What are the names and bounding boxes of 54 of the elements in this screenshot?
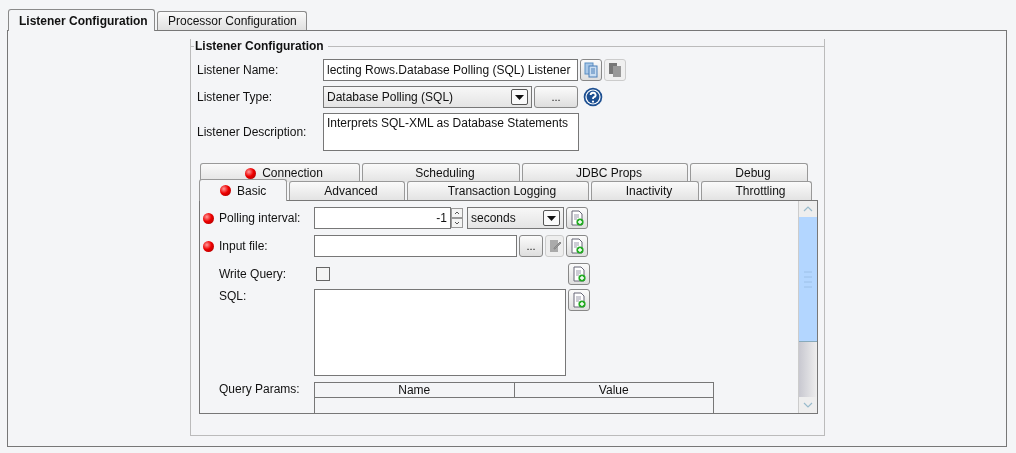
document-plus-icon bbox=[572, 292, 586, 308]
tab[interactable]: Debug bbox=[690, 163, 808, 182]
browse-button[interactable]: ... bbox=[519, 235, 543, 257]
column-header[interactable]: Name bbox=[315, 383, 514, 397]
dropdown[interactable]: Database Polling (SQL) bbox=[323, 86, 532, 108]
tab[interactable]: Basic bbox=[199, 179, 287, 201]
field-label: Input file: bbox=[219, 239, 269, 253]
file-field[interactable] bbox=[314, 235, 517, 257]
document-plus-icon bbox=[570, 210, 584, 226]
document-plus-icon bbox=[572, 266, 586, 282]
checkbox[interactable] bbox=[316, 267, 330, 281]
field-label: Listener Type: bbox=[197, 90, 274, 104]
scroll-up-icon bbox=[799, 201, 817, 217]
sql-field[interactable] bbox=[314, 289, 566, 376]
description-field[interactable]: Interprets SQL-XML as Database Statements bbox=[323, 113, 579, 151]
field-label: Listener Name: bbox=[197, 63, 280, 77]
group-title: Listener Configuration bbox=[195, 39, 324, 53]
caret-icon bbox=[547, 215, 556, 221]
edit-icon bbox=[548, 239, 561, 253]
scroll-down-icon bbox=[799, 397, 817, 413]
dropdown-value: Database Polling (SQL) bbox=[327, 90, 454, 104]
tab[interactable]: Throttling bbox=[701, 181, 812, 200]
field-label: SQL: bbox=[219, 289, 248, 303]
copy-button[interactable] bbox=[604, 59, 626, 81]
copy-icon bbox=[584, 62, 598, 78]
scroll-thumb[interactable] bbox=[799, 217, 817, 342]
tab[interactable]: Inactivity bbox=[591, 181, 699, 200]
dropdown-value: seconds bbox=[471, 211, 516, 225]
column-header[interactable]: Value bbox=[513, 383, 713, 397]
document-plus-icon bbox=[570, 238, 584, 254]
tab[interactable]: Listener Configuration bbox=[8, 9, 155, 31]
dropdown[interactable]: seconds bbox=[467, 207, 564, 229]
field-label: Write Query: bbox=[219, 267, 288, 281]
field-label: Query Params: bbox=[219, 382, 301, 396]
copy-icon bbox=[608, 62, 622, 78]
caret-icon bbox=[515, 94, 524, 100]
field-label: Listener Description: bbox=[197, 125, 308, 139]
tab[interactable]: Transaction Logging bbox=[407, 181, 589, 200]
name-field[interactable]: lecting Rows.Database Polling (SQL) Listener bbox=[323, 59, 578, 81]
edit-button[interactable] bbox=[545, 235, 564, 257]
add-document-button[interactable] bbox=[566, 235, 588, 257]
tab[interactable]: Advanced bbox=[289, 181, 405, 200]
help-icon bbox=[583, 87, 603, 107]
browse-button[interactable]: ... bbox=[534, 86, 578, 108]
tab[interactable]: JDBC Props bbox=[522, 163, 688, 182]
add-document-button[interactable] bbox=[568, 289, 590, 311]
tab[interactable]: Scheduling bbox=[362, 163, 520, 182]
tab[interactable]: Processor Configuration bbox=[157, 11, 307, 30]
add-document-button[interactable] bbox=[568, 263, 590, 285]
field-label: Polling interval: bbox=[219, 211, 302, 225]
scrollbar[interactable] bbox=[798, 201, 817, 413]
number-field[interactable]: -1 bbox=[314, 207, 451, 229]
add-document-button[interactable] bbox=[566, 207, 588, 229]
copy-button[interactable] bbox=[580, 59, 602, 81]
